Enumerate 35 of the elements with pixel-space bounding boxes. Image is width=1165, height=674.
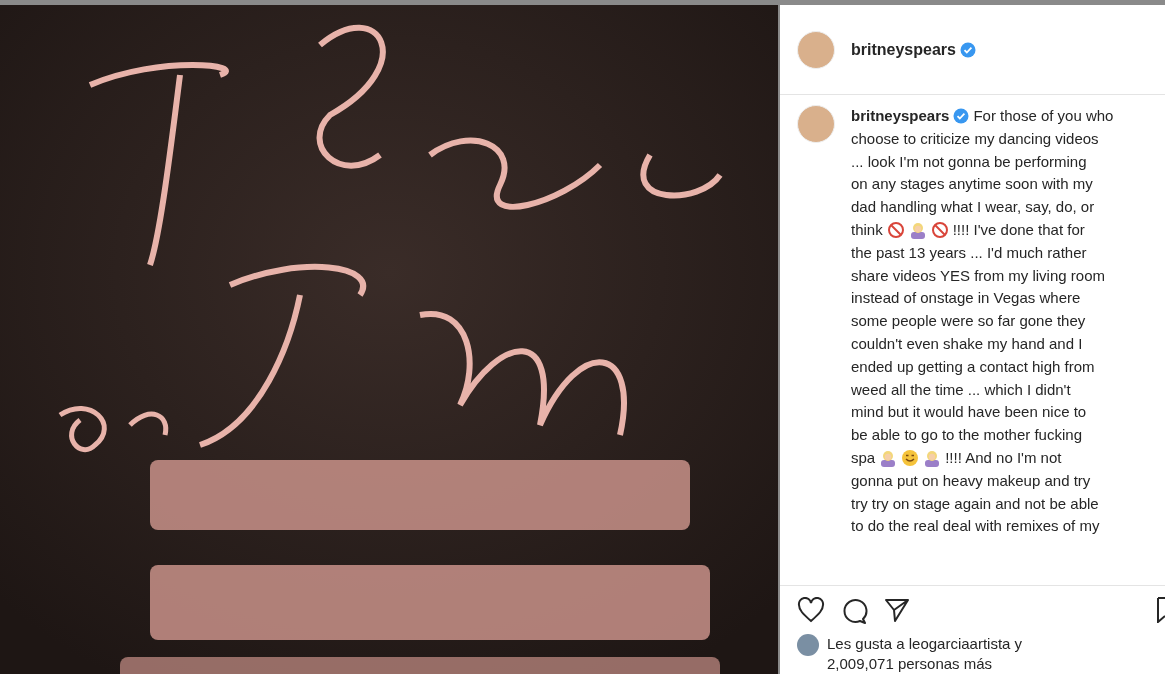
caption-text: choose to criticize my dancing videos <box>851 128 1099 149</box>
person-icon <box>879 449 898 468</box>
prohibited-icon <box>886 221 905 240</box>
person-icon <box>923 449 942 468</box>
username-link[interactable]: britneyspears <box>851 37 956 62</box>
person-icon <box>908 221 927 240</box>
caption-text: share videos YES from my living room <box>851 265 1105 286</box>
caption-text: !!!! I've done that for <box>952 220 1085 240</box>
caption-text: think <box>851 220 883 240</box>
caption-text: couldn't even shake my hand and I <box>851 333 1083 354</box>
username-link[interactable]: britneyspears <box>851 105 950 128</box>
caption-text: dad handling what I wear, say, do, or <box>851 197 1095 218</box>
smiley-icon <box>901 449 920 468</box>
caption-text: to do the real deal with remixes of my <box>851 516 1100 537</box>
caption-text: mind but it would have been nice to <box>851 402 1087 423</box>
caption-text: be able to go to the mother fucking <box>851 425 1082 446</box>
caption-text: !!!! And no I'm not <box>945 447 1062 468</box>
avatar[interactable] <box>797 634 819 656</box>
like-icon[interactable] <box>797 597 825 623</box>
bookmark-icon[interactable] <box>1157 597 1165 623</box>
prohibited-icon <box>930 221 949 240</box>
share-icon[interactable] <box>884 597 910 623</box>
likes-text: Les gusta a leogarciaartista y 2,009,071 personas más <box>827 634 1024 674</box>
caption-text: instead of onstage in Vegas where <box>851 288 1081 309</box>
caption-text: gonna put on heavy makeup and try <box>851 470 1091 491</box>
caption-text: try try on stage again and not be able <box>851 493 1099 514</box>
comment-icon[interactable] <box>841 596 868 624</box>
caption-text: spa <box>851 447 876 468</box>
caption-text: ... look I'm not gonna be performing <box>851 151 1087 172</box>
caption-text: For those of you who <box>973 106 1114 126</box>
caption-text: the past 13 years ... I'd much rather <box>851 242 1087 263</box>
caption-text: on any stages anytime soon with my <box>851 174 1093 195</box>
caption-text: some people were so far gone they <box>851 311 1086 332</box>
caption-text: ended up getting a contact high from <box>851 356 1095 377</box>
caption-text: weed all the time ... which I didn't <box>851 379 1071 400</box>
